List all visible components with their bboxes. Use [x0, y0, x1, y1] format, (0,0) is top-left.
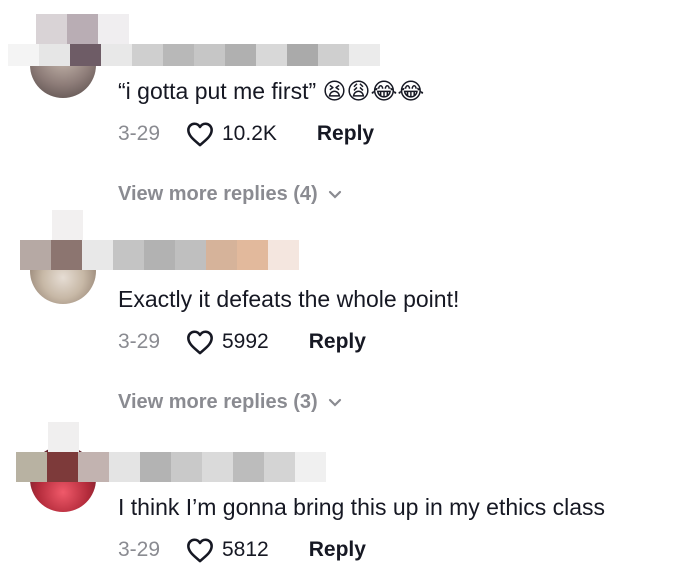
heart-outline-icon	[187, 330, 213, 355]
comment-text: I think I’m gonna bring this up in my et…	[118, 494, 606, 520]
view-more-replies-button[interactable]: View more replies (3)	[118, 391, 342, 414]
reply-button[interactable]: Reply	[309, 330, 366, 354]
view-more-replies-label: View more replies (3)	[118, 391, 318, 413]
chevron-down-icon	[328, 398, 341, 407]
redacted-username-pixels	[16, 452, 326, 482]
reply-button[interactable]: Reply	[317, 122, 374, 146]
redacted-username	[36, 14, 129, 44]
comment-emojis: 😫😩😂😂	[322, 79, 425, 105]
comment-date: 3-29	[118, 122, 161, 145]
like-count: 10.2K	[222, 122, 277, 145]
view-more-replies-label: View more replies (4)	[118, 183, 318, 205]
comment-date: 3-29	[118, 538, 161, 561]
like-count: 5812	[222, 538, 269, 561]
like-button[interactable]: 10.2K	[186, 121, 277, 147]
comment-date: 3-29	[118, 330, 161, 353]
heart-outline-icon	[187, 122, 213, 147]
heart-outline-icon	[187, 538, 213, 563]
redacted-username-pixels	[8, 44, 380, 66]
like-button[interactable]: 5812	[186, 537, 269, 563]
like-button[interactable]: 5992	[186, 329, 269, 355]
redacted-username-pixels	[20, 240, 299, 270]
comment-text: “i gotta put me first” 😫😩😂😂	[118, 78, 424, 105]
comment-meta: 3-29 5992 Reply	[118, 328, 366, 356]
comment-text-body: “i gotta put me first”	[118, 78, 317, 104]
reply-button[interactable]: Reply	[309, 538, 366, 562]
comment-meta: 3-29 10.2K Reply	[118, 120, 374, 148]
chevron-down-icon	[328, 190, 341, 199]
comment-text: Exactly it defeats the whole point!	[118, 286, 460, 312]
redacted-username	[48, 422, 79, 452]
comment-meta: 3-29 5812 Reply	[118, 536, 366, 564]
like-count: 5992	[222, 330, 269, 353]
redacted-username	[52, 210, 83, 240]
view-more-replies-button[interactable]: View more replies (4)	[118, 183, 342, 206]
